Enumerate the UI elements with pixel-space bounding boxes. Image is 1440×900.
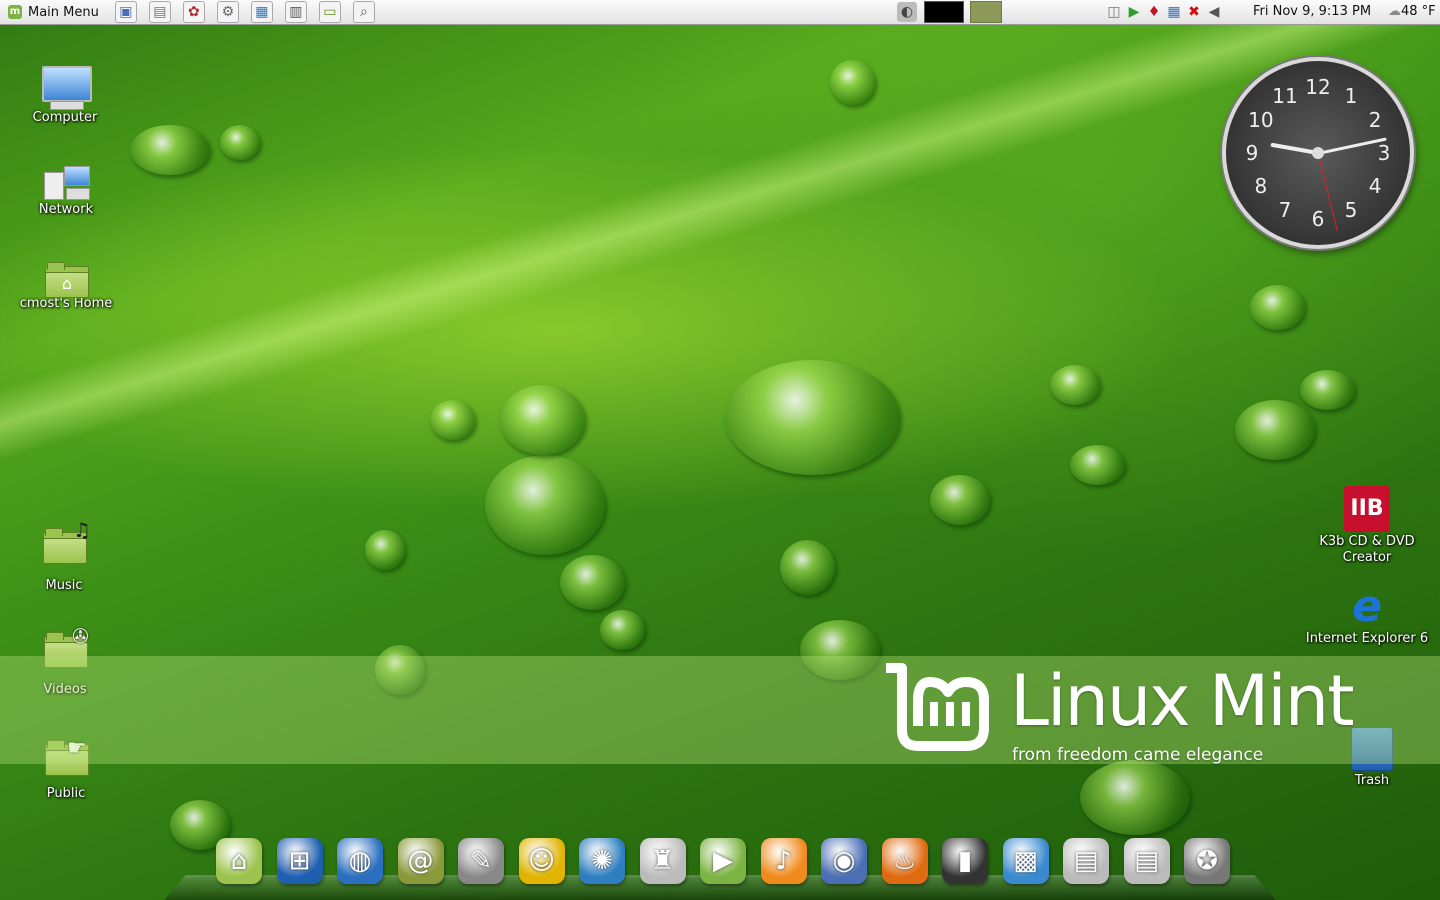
network-status-icon[interactable]: ▦ bbox=[1166, 2, 1182, 22]
weather-cloud-icon: ☁ bbox=[1388, 4, 1401, 19]
dock-text-editor-icon[interactable]: ✎ bbox=[458, 838, 504, 884]
clock-number: 5 bbox=[1344, 198, 1358, 223]
desktop-icon-ie6[interactable]: e Internet Explorer 6 bbox=[1300, 585, 1434, 647]
media-play-tray-icon[interactable]: ▶ bbox=[1126, 2, 1142, 22]
workspace-switcher[interactable] bbox=[970, 1, 1002, 23]
weather-temperature[interactable]: ☁48 °F bbox=[1388, 4, 1436, 19]
clock-number: 7 bbox=[1278, 198, 1292, 223]
dock-audio-cd-icon[interactable]: ♪ bbox=[760, 838, 807, 884]
clock-number: 3 bbox=[1377, 141, 1391, 165]
k3b-icon: IIB bbox=[1344, 486, 1390, 532]
mint-menu-icon: m bbox=[8, 5, 22, 19]
home-folder-icon: ⌂ bbox=[45, 262, 89, 298]
desktop-icon-k3b[interactable]: IIB K3b CD & DVD Creator bbox=[1311, 486, 1423, 566]
analog-clock-widget[interactable]: 12 1 2 3 4 5 6 7 8 9 10 11 bbox=[1222, 57, 1414, 249]
screensaver-icon[interactable]: ◐ bbox=[897, 2, 917, 22]
calculator-icon[interactable]: ▥ bbox=[284, 1, 307, 23]
main-menu-button[interactable]: m Main Menu bbox=[0, 0, 105, 24]
computer-monitor-icon bbox=[42, 66, 92, 110]
dock-messenger-icon[interactable]: ☺ bbox=[518, 838, 565, 884]
wallpaper-leaf-rib bbox=[0, 0, 1440, 489]
dock-media-play-icon[interactable]: ▶ bbox=[700, 838, 746, 884]
linux-mint-title: Linux Mint bbox=[1010, 660, 1355, 742]
clock-number: 11 bbox=[1272, 83, 1298, 108]
dock-cabinet-icon[interactable]: ▤ bbox=[1063, 838, 1109, 884]
dock-sound-system-icon[interactable]: ◉ bbox=[821, 838, 867, 884]
desktop-icon-label: Internet Explorer 6 bbox=[1305, 631, 1429, 646]
clock-number: 8 bbox=[1254, 174, 1268, 198]
clock-number: 2 bbox=[1368, 108, 1382, 132]
panel-clock[interactable]: Fri Nov 9, 9:13 PM bbox=[1253, 4, 1371, 19]
dock-burner-flame-icon[interactable]: ♨ bbox=[881, 838, 928, 884]
system-tray: ◫ ▶ ♦ ▦ ✖ ◀ bbox=[1104, 0, 1224, 24]
clock-number: 6 bbox=[1311, 207, 1325, 231]
dock-image-viewer-icon[interactable]: ▩ bbox=[1002, 838, 1049, 884]
folder-search-icon[interactable]: ⌕ bbox=[352, 1, 375, 23]
notes-tray-icon[interactable]: ◫ bbox=[1106, 2, 1122, 22]
file-manager-icon[interactable]: ▭ bbox=[318, 1, 341, 23]
clock-number: 10 bbox=[1248, 108, 1274, 132]
desktop-icon-label: Network bbox=[38, 202, 94, 217]
internet-explorer-icon: e bbox=[1352, 581, 1382, 632]
package-manager-icon[interactable]: ✿ bbox=[182, 1, 205, 23]
dock-music-player-icon[interactable]: ✺ bbox=[579, 838, 625, 884]
clock-number: 1 bbox=[1344, 83, 1358, 108]
update-error-icon[interactable]: ✖ bbox=[1186, 2, 1202, 22]
temperature-value: 48 °F bbox=[1401, 4, 1436, 19]
clock-number: 4 bbox=[1368, 174, 1382, 198]
clock-center-cap bbox=[1312, 147, 1324, 159]
top-panel: m Main Menu ▣ ▤ ✿ ⚙ ▦ ▥ ▭ ⌕ ◐ ◫ ▶ ♦ ▦ ✖ ◀ Fri N… bbox=[0, 0, 1440, 25]
dock-home-folder-icon[interactable]: ⌂ bbox=[216, 838, 262, 884]
linux-mint-tagline: from freedom came elegance bbox=[1012, 745, 1264, 765]
linux-mint-logo bbox=[886, 663, 989, 751]
desktop-icon-computer[interactable]: Computer bbox=[10, 66, 120, 126]
music-folder-icon: ♫ bbox=[43, 518, 91, 564]
desktop-icon-label: K3b CD & DVD Creator bbox=[1319, 534, 1415, 565]
dock-gimp-icon[interactable]: ✪ bbox=[1184, 838, 1230, 884]
cpu-monitor-graph[interactable] bbox=[924, 1, 964, 23]
panel-applets: ◐ bbox=[893, 0, 1005, 24]
system-monitor-icon[interactable]: ▦ bbox=[250, 1, 273, 23]
dock-joystick-icon[interactable]: ♜ bbox=[639, 838, 686, 884]
desktop-icon-label: Computer bbox=[32, 110, 98, 125]
dock-windows-start-icon[interactable]: ⊞ bbox=[276, 838, 323, 884]
dock-terminal-icon[interactable]: ▮ bbox=[942, 838, 988, 884]
desktop-icon-label: cmost's Home bbox=[19, 296, 113, 311]
main-menu-label: Main Menu bbox=[28, 4, 99, 20]
desktop-icon-label: Music bbox=[45, 578, 83, 593]
dock-cabinet-icon[interactable]: ▤ bbox=[1123, 838, 1170, 884]
dock-address-book-icon[interactable]: @ bbox=[397, 838, 444, 884]
settings-gears-icon[interactable]: ⚙ bbox=[216, 1, 239, 23]
ruby-tray-icon[interactable]: ♦ bbox=[1146, 2, 1162, 22]
panel-launchers: ▣ ▤ ✿ ⚙ ▦ ▥ ▭ ⌕ bbox=[109, 1, 381, 23]
desktop-icon-label: Trash bbox=[1354, 773, 1390, 788]
volume-icon[interactable]: ◀ bbox=[1206, 2, 1222, 22]
dock-web-browser-icon[interactable]: ◍ bbox=[337, 838, 383, 884]
network-computers-icon bbox=[42, 166, 90, 202]
desktop-icon-network[interactable]: Network bbox=[11, 166, 121, 218]
clock-number: 9 bbox=[1245, 141, 1259, 165]
screenshot-tool-icon[interactable]: ▣ bbox=[114, 1, 137, 23]
desktop-icon-music[interactable]: ♫ Music bbox=[9, 518, 119, 594]
clock-number: 12 bbox=[1305, 75, 1331, 99]
desktop-icon-home[interactable]: ⌂ cmost's Home bbox=[11, 262, 121, 312]
document-viewer-icon[interactable]: ▤ bbox=[148, 1, 171, 23]
desktop-icon-label: Public bbox=[46, 786, 86, 801]
